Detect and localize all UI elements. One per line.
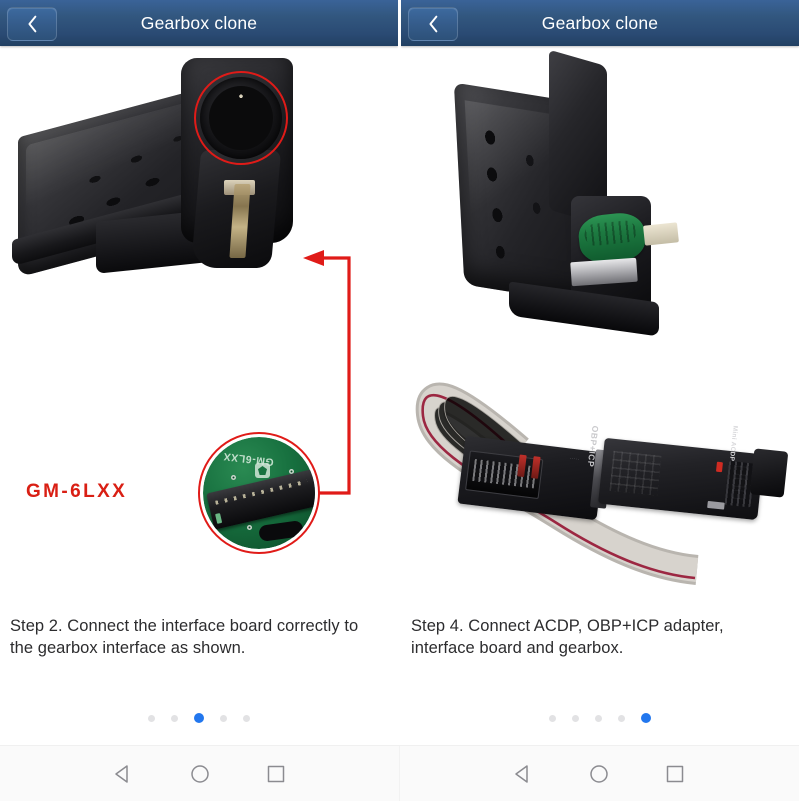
app-header-left: Gearbox clone xyxy=(0,0,398,46)
back-navigation-button-right[interactable] xyxy=(408,7,458,41)
obp-icp-adapter: ····· OBP+ICP xyxy=(457,425,605,521)
chevron-left-icon xyxy=(428,15,437,33)
android-navigation-bar xyxy=(0,745,799,801)
pagination-dots-left xyxy=(0,698,398,738)
caption-block-left: Step 2. Connect the interface board corr… xyxy=(0,606,398,698)
interface-board-callout-circle: GM-6LXX xyxy=(198,432,320,554)
callout-inner: GM-6LXX xyxy=(203,437,315,549)
screenshot-panel-left: Gearbox clone GM-6LXX GM-6LXX Step 2. Co… xyxy=(0,0,398,745)
pagination-dot[interactable] xyxy=(243,714,250,722)
screenshot-root: Gearbox clone GM-6LXX GM-6LXX Step 2. Co… xyxy=(0,0,799,801)
app-header-right: Gearbox clone xyxy=(401,0,799,46)
screenshot-panel-right: Gearbox clone ····· OBP+ICP Mini ACDP St… xyxy=(401,0,799,745)
panel-pair: Gearbox clone GM-6LXX GM-6LXX Step 2. Co… xyxy=(0,0,799,745)
acdp-cable-end xyxy=(749,448,789,498)
figure-left: GM-6LXX GM-6LXX xyxy=(0,46,398,606)
pagination-dot-active[interactable] xyxy=(641,713,651,723)
pagination-dot[interactable] xyxy=(595,714,602,722)
pcb-via xyxy=(231,475,236,480)
tcm-side-tab xyxy=(643,222,679,246)
idc-key-notch xyxy=(215,513,223,524)
caption-block-right: Step 4. Connect ACDP, OBP+ICP adapter, i… xyxy=(401,606,799,698)
pagination-dot[interactable] xyxy=(171,714,178,722)
obp-zif-socket xyxy=(472,459,537,489)
home-button[interactable] xyxy=(189,763,211,785)
pagination-dot[interactable] xyxy=(148,714,155,722)
caption-text-left: Step 2. Connect the interface board corr… xyxy=(10,617,359,657)
recents-button[interactable] xyxy=(664,763,686,785)
back-button[interactable] xyxy=(512,763,534,785)
pagination-dots-right xyxy=(401,698,799,738)
recents-button[interactable] xyxy=(265,763,287,785)
back-navigation-button-left[interactable] xyxy=(7,7,57,41)
mini-acdp-device: Mini ACDP xyxy=(597,425,765,521)
pagination-dot[interactable] xyxy=(618,714,625,722)
acdp-usb-port xyxy=(707,500,725,510)
obp-small-print: ····· xyxy=(568,455,580,463)
navigation-bar-right xyxy=(399,746,798,801)
pagination-dot[interactable] xyxy=(220,714,227,722)
back-button[interactable] xyxy=(112,763,134,785)
chevron-left-icon xyxy=(27,15,36,33)
figure-right: ····· OBP+ICP Mini ACDP xyxy=(401,46,799,606)
connector-highlight-circle xyxy=(194,71,288,165)
pcb-via xyxy=(247,525,252,530)
gearbox-tcm-photo-left xyxy=(12,54,323,279)
navigation-bar-left xyxy=(0,746,399,801)
tcm-metal-clip xyxy=(570,257,638,287)
pagination-dot[interactable] xyxy=(549,714,556,722)
mini-acdp-label: Mini ACDP xyxy=(728,425,739,462)
pagination-dot-active[interactable] xyxy=(194,713,204,723)
caption-text-right: Step 4. Connect ACDP, OBP+ICP adapter, i… xyxy=(411,617,724,657)
home-button[interactable] xyxy=(588,763,610,785)
interface-board-label: GM-6LXX xyxy=(26,481,128,502)
acdp-vent-dots xyxy=(609,450,662,496)
acdp-brand-mark-icon xyxy=(715,461,723,473)
pagination-dot[interactable] xyxy=(572,714,579,722)
page-title-right: Gearbox clone xyxy=(541,12,659,33)
page-title-left: Gearbox clone xyxy=(140,12,258,33)
